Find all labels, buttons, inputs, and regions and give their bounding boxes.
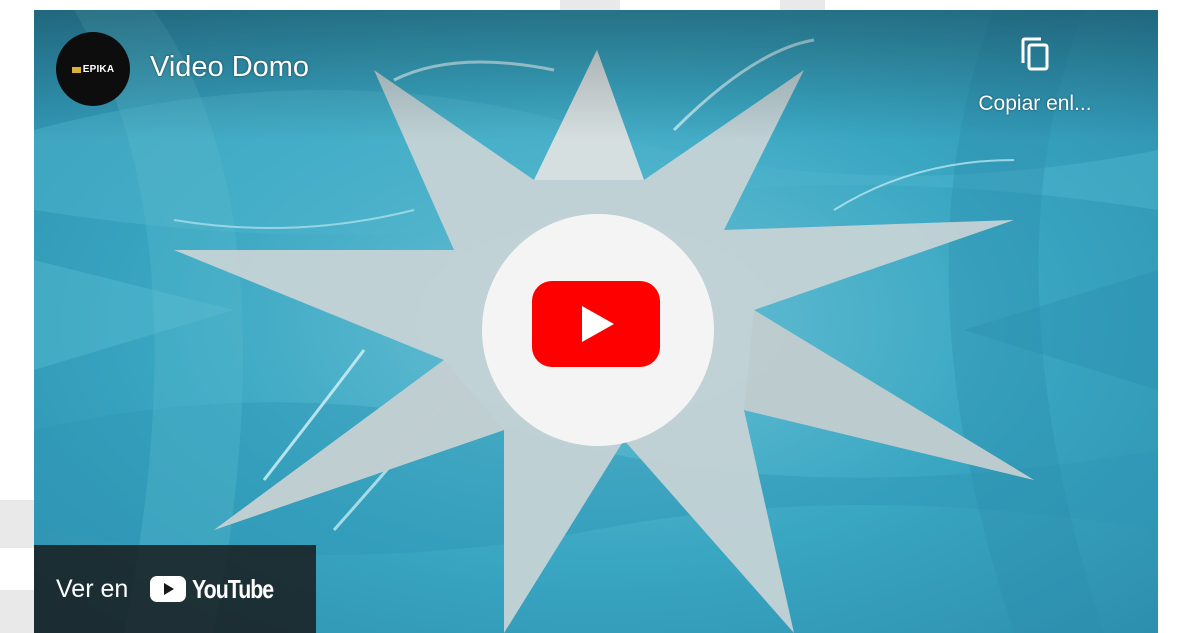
watch-on-youtube-button[interactable]: Ver en YouTube xyxy=(34,545,316,633)
watch-on-label: Ver en xyxy=(56,574,129,603)
background-shape xyxy=(780,0,825,10)
channel-avatar-text: EPIKA xyxy=(82,63,115,75)
youtube-logo: YouTube xyxy=(150,574,291,605)
background-shape xyxy=(0,590,34,633)
channel-avatar[interactable]: EPIKA xyxy=(56,32,130,106)
youtube-wordmark: YouTube xyxy=(192,573,274,604)
copy-link-label: Copiar enl... xyxy=(978,92,1092,115)
video-player[interactable]: EPIKA Video Domo Copiar enl... Ver en Yo… xyxy=(34,10,1158,633)
background-shape xyxy=(560,0,620,10)
copy-link-button[interactable]: Copiar enl... xyxy=(960,32,1110,122)
background-shape xyxy=(0,500,34,548)
youtube-play-icon[interactable] xyxy=(532,281,660,367)
epika-logo-icon xyxy=(71,65,81,73)
copy-icon xyxy=(1021,37,1049,71)
youtube-logo-icon xyxy=(150,576,187,602)
page: EPIKA Video Domo Copiar enl... Ver en Yo… xyxy=(0,0,1177,633)
video-title[interactable]: Video Domo xyxy=(150,51,309,84)
